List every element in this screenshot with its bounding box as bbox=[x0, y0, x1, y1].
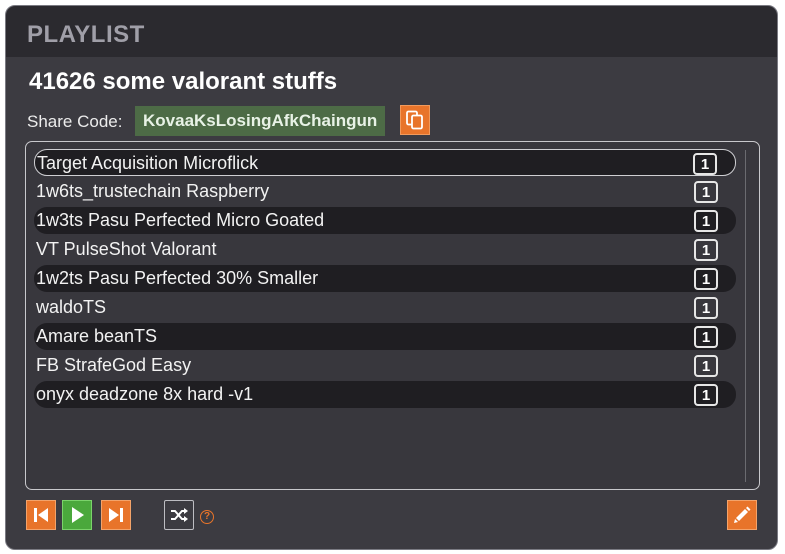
scenario-count[interactable]: 1 bbox=[694, 181, 718, 203]
play-icon bbox=[72, 507, 84, 523]
scrollbar[interactable] bbox=[745, 150, 746, 482]
scenario-name: Amare beanTS bbox=[36, 326, 158, 346]
next-button[interactable] bbox=[101, 500, 131, 530]
scenario-name: 1w3ts Pasu Perfected Micro Goated bbox=[36, 210, 325, 230]
copy-icon bbox=[406, 110, 423, 130]
panel-title: PLAYLIST bbox=[27, 21, 145, 48]
scenario-name: Target Acquisition Microflick bbox=[37, 153, 259, 173]
previous-button[interactable] bbox=[26, 500, 56, 530]
skip-next-icon bbox=[109, 508, 123, 522]
scenario-count[interactable]: 1 bbox=[694, 326, 718, 348]
edit-pencil-icon bbox=[734, 506, 751, 523]
playlist-name: 41626 some valorant stuffs bbox=[29, 68, 338, 95]
share-code-label: Share Code: bbox=[27, 112, 123, 131]
scenario-row[interactable]: FB StrafeGod Easy 1 bbox=[34, 352, 736, 379]
scenario-row[interactable]: Amare beanTS 1 bbox=[34, 323, 736, 350]
scenario-name: waldoTS bbox=[36, 297, 107, 317]
copy-share-code-button[interactable] bbox=[400, 105, 430, 135]
scenario-count[interactable]: 1 bbox=[693, 153, 717, 175]
scenario-count[interactable]: 1 bbox=[694, 297, 718, 319]
edit-button[interactable] bbox=[727, 500, 757, 530]
scenario-name: onyx deadzone 8x hard -v1 bbox=[36, 384, 254, 404]
scenario-name: 1w6ts_trustechain Raspberry bbox=[36, 181, 270, 201]
scenario-count[interactable]: 1 bbox=[694, 268, 718, 290]
scenario-row[interactable]: 1w2ts Pasu Perfected 30% Smaller 1 bbox=[34, 265, 736, 292]
scenario-row[interactable]: 1w6ts_trustechain Raspberry 1 bbox=[34, 178, 736, 205]
skip-previous-icon bbox=[34, 508, 48, 522]
scenario-count[interactable]: 1 bbox=[694, 210, 718, 232]
scenario-name: VT PulseShot Valorant bbox=[36, 239, 217, 259]
scenario-count[interactable]: 1 bbox=[694, 355, 718, 377]
share-code-value: KovaaKsLosingAfkChaingun bbox=[135, 106, 386, 136]
playlist-panel: PLAYLIST 41626 some valorant stuffs Shar… bbox=[5, 5, 778, 550]
scenario-row[interactable]: waldoTS 1 bbox=[34, 294, 736, 321]
shuffle-button[interactable] bbox=[164, 500, 194, 530]
scenario-count[interactable]: 1 bbox=[694, 384, 718, 406]
scenario-row[interactable]: VT PulseShot Valorant 1 bbox=[34, 236, 736, 263]
scenario-row[interactable]: 1w3ts Pasu Perfected Micro Goated 1 bbox=[34, 207, 736, 234]
scenario-row[interactable]: Target Acquisition Microflick 1 bbox=[34, 149, 736, 176]
panel-header: PLAYLIST bbox=[6, 6, 777, 57]
scenario-row[interactable]: onyx deadzone 8x hard -v1 1 bbox=[34, 381, 736, 408]
scenario-list[interactable]: Target Acquisition Microflick 1 1w6ts_tr… bbox=[25, 141, 760, 490]
shuffle-icon bbox=[171, 508, 188, 522]
scenario-name: 1w2ts Pasu Perfected 30% Smaller bbox=[36, 268, 319, 288]
play-button[interactable] bbox=[62, 500, 92, 530]
scenario-count[interactable]: 1 bbox=[694, 239, 718, 261]
help-icon[interactable]: ? bbox=[200, 510, 214, 524]
scenario-name: FB StrafeGod Easy bbox=[36, 355, 192, 375]
